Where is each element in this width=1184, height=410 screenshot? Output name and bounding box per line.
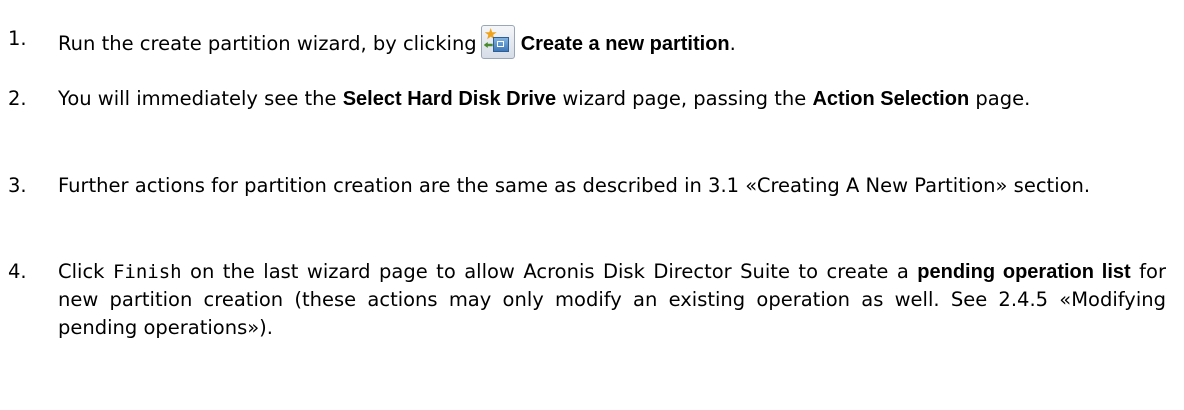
text-segment: page.: [969, 87, 1031, 110]
pending-operation-list-label: pending operation list: [917, 261, 1131, 283]
document: 1. Run the create partition wizard, by c…: [0, 0, 1184, 410]
step-number: 2.: [8, 87, 27, 110]
finish-code: Finish: [112, 261, 182, 283]
step-text: Further actions for partition creation a…: [58, 174, 1091, 197]
arrow-icon: [483, 42, 493, 48]
action-selection-label: Action Selection: [812, 88, 970, 110]
select-hard-disk-drive-label: Select Hard Disk Drive: [342, 88, 557, 110]
step-number: 3.: [8, 174, 27, 197]
create-partition-icon[interactable]: [480, 25, 515, 59]
step-text: Run the create partition wizard, by clic…: [58, 25, 1166, 59]
text-segment: Click: [58, 260, 113, 283]
disk-icon: [492, 37, 509, 52]
text-segment: on the last wizard page to allow Acronis…: [181, 260, 918, 283]
text-segment: wizard page, passing the: [556, 87, 813, 110]
step-text: Click Finish on the last wizard page to …: [58, 258, 1166, 342]
step-tail: .: [729, 32, 736, 55]
create-partition-label: Create a new partition: [520, 33, 730, 55]
step-number: 1.: [8, 27, 27, 50]
step-text: You will immediately see the Select Hard…: [58, 85, 1166, 113]
step-number: 4.: [8, 260, 27, 283]
text-segment: You will immediately see the: [58, 87, 343, 110]
step-intro-text: Run the create partition wizard, by clic…: [58, 32, 477, 55]
